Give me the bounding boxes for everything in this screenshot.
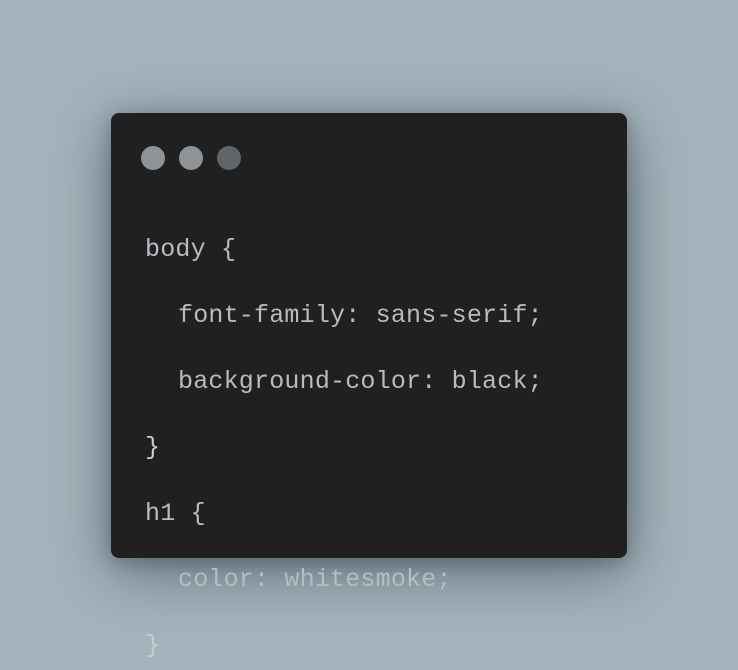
maximize-dot-icon[interactable] xyxy=(217,146,241,170)
code-text: color: whitesmoke; xyxy=(178,565,452,594)
code-line-4: } xyxy=(145,430,543,466)
code-window: body { font-family: sans-serif; backgrou… xyxy=(111,113,627,660)
code-line-6: color: whitesmoke; xyxy=(145,562,543,598)
code-line-1: body { xyxy=(145,232,543,268)
code-line-7: } xyxy=(145,628,543,664)
code-text: font-family: sans-serif; xyxy=(178,301,543,330)
code-block: body { font-family: sans-serif; backgrou… xyxy=(145,217,543,670)
code-text: body { xyxy=(145,235,237,264)
minimize-dot-icon[interactable] xyxy=(179,146,203,170)
close-dot-icon[interactable] xyxy=(141,146,165,170)
code-line-3: background-color: black; xyxy=(145,364,543,400)
code-text: background-color: black; xyxy=(178,367,543,396)
code-text: } xyxy=(145,631,161,660)
window-controls xyxy=(141,146,241,170)
code-text: } xyxy=(145,433,161,462)
code-line-2: font-family: sans-serif; xyxy=(145,298,543,334)
code-text: h1 { xyxy=(145,499,206,528)
code-line-5: h1 { xyxy=(145,496,543,532)
